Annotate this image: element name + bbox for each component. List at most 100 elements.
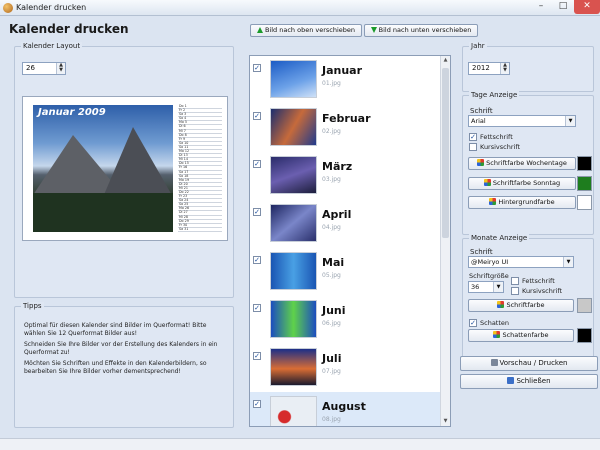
scroll-down-icon[interactable]: ▼ <box>441 417 450 426</box>
palette-icon <box>493 331 501 338</box>
title-bar: Kalender drucken – □ ✕ <box>0 0 600 16</box>
move-up-label: Bild nach oben verschieben <box>264 26 356 34</box>
minimize-button[interactable]: – <box>530 0 552 14</box>
month-thumbnail <box>270 156 317 194</box>
shadow-label: Schatten <box>480 319 510 327</box>
month-checkbox[interactable]: ✓ <box>253 160 261 168</box>
days-italic-label: Kursivschrift <box>480 143 521 151</box>
month-thumbnail <box>270 348 317 386</box>
preview-photo-title: Januar 2009 <box>38 107 106 118</box>
month-checkbox[interactable]: ✓ <box>253 352 261 360</box>
month-thumbnail <box>270 60 317 98</box>
weekday-color-button[interactable]: Schriftfarbe Wochentage <box>468 157 576 170</box>
list-item[interactable]: ✓ März 03.jpg <box>250 152 440 199</box>
layout-spinner-value: 26 <box>26 64 35 72</box>
scroll-up-icon[interactable]: ▲ <box>441 56 450 65</box>
month-checkbox[interactable]: ✓ <box>253 304 261 312</box>
page-title: Kalender drucken <box>9 22 129 36</box>
spinner-arrows-icon[interactable]: ▲ ▼ <box>56 63 65 74</box>
month-name: Januar <box>322 64 363 77</box>
month-font-color-label: Schriftfarbe <box>506 301 545 309</box>
layout-group-label: Kalender Layout <box>21 42 83 50</box>
list-item[interactable]: ✓ Juni 06.jpg <box>250 296 440 343</box>
month-name: Juni <box>322 304 346 317</box>
calendar-preview: Januar 2009 Do 1 Fr 2 Sa 3 So 4 Mo 5 Di 6 Mi 7… <box>22 96 228 241</box>
tip-text: Optimal für diesen Kalender sind Bilder … <box>24 322 207 337</box>
spinner-arrows-icon[interactable]: ▲ ▼ <box>500 63 509 74</box>
list-item[interactable]: ✓ Februar 02.jpg <box>250 104 440 151</box>
days-bold-label: Fettschrift <box>480 133 513 141</box>
preview-print-button[interactable]: Vorschau / Drucken <box>460 356 598 371</box>
window-title: Kalender drucken <box>16 3 87 12</box>
year-spinner[interactable]: 2012 ▲ ▼ <box>468 62 510 75</box>
month-name: Mai <box>322 256 345 269</box>
month-name: Juli <box>322 352 342 365</box>
month-file: 02.jpg <box>322 128 341 135</box>
month-thumbnail <box>270 300 317 338</box>
dropdown-arrow-icon[interactable]: ▼ <box>563 257 573 267</box>
close-label: Schließen <box>516 377 551 385</box>
background-color-button[interactable]: Hintergrundfarbe <box>468 196 576 209</box>
list-item[interactable]: ✓ April 04.jpg <box>250 200 440 247</box>
close-window-button[interactable]: ✕ <box>574 0 600 14</box>
tips-group-label: Tipps <box>21 302 44 310</box>
days-group-label: Tage Anzeige <box>469 91 520 99</box>
month-thumbnail <box>270 396 317 426</box>
layout-spinner[interactable]: 26 ▲ ▼ <box>22 62 66 75</box>
months-italic-label: Kursivschrift <box>522 287 563 295</box>
months-font-value: @Meiryo UI <box>471 258 509 266</box>
month-checkbox[interactable]: ✓ <box>253 208 261 216</box>
preview-photo: Januar 2009 <box>33 105 173 232</box>
palette-icon <box>477 159 485 166</box>
month-checkbox[interactable]: ✓ <box>253 64 261 72</box>
move-up-button[interactable]: Bild nach oben verschieben <box>250 24 362 37</box>
month-checkbox[interactable]: ✓ <box>253 400 261 408</box>
scrollbar-thumb[interactable] <box>442 68 449 238</box>
list-scrollbar[interactable]: ▲ ▼ <box>440 56 450 426</box>
shadow-color-button[interactable]: Schattenfarbe <box>468 329 574 342</box>
close-button[interactable]: Schließen <box>460 374 598 389</box>
preview-print-label: Vorschau / Drucken <box>499 359 568 367</box>
maximize-button[interactable]: □ <box>552 0 574 14</box>
font-size-label: Schriftgröße <box>469 272 509 280</box>
month-name: August <box>322 400 366 413</box>
background-color-label: Hintergrundfarbe <box>498 198 555 206</box>
shadow-color-swatch <box>577 328 592 343</box>
months-font-select[interactable]: @Meiryo UI ▼ <box>468 256 574 268</box>
shadow-color-label: Schattenfarbe <box>502 331 549 339</box>
days-font-select[interactable]: Arial ▼ <box>468 115 576 127</box>
month-file: 04.jpg <box>322 224 341 231</box>
move-down-button[interactable]: Bild nach unten verschieben <box>364 24 478 37</box>
preview-day-column: Do 1 Fr 2 Sa 3 So 4 Mo 5 Di 6 Mi 7 Do 8 Fr 9 Sa 1… <box>178 104 222 232</box>
printer-icon <box>490 359 498 366</box>
list-item[interactable]: ✓ Juli 07.jpg <box>250 344 440 391</box>
preview-day-row: Sa 31 <box>178 227 222 232</box>
month-name: April <box>322 208 352 221</box>
month-checkbox[interactable]: ✓ <box>253 256 261 264</box>
month-font-color-button[interactable]: Schriftfarbe <box>468 299 574 312</box>
month-thumbnail <box>270 108 317 146</box>
list-item-selected[interactable]: ✓ August 08.jpg <box>250 392 440 426</box>
months-font-label: Schrift <box>470 248 493 256</box>
list-item[interactable]: ✓ Januar 01.jpg <box>250 56 440 103</box>
month-image-list[interactable]: ✓ Januar 01.jpg ✓ Februar 02.jpg ✓ März … <box>249 55 451 427</box>
days-italic-checkbox[interactable] <box>469 143 477 151</box>
dropdown-arrow-icon[interactable]: ▼ <box>565 116 575 126</box>
font-size-select[interactable]: 36 ▼ <box>468 281 504 293</box>
month-name: Februar <box>322 112 371 125</box>
app-icon <box>3 3 13 13</box>
months-italic-checkbox[interactable] <box>511 287 519 295</box>
month-checkbox[interactable]: ✓ <box>253 112 261 120</box>
shadow-checkbox[interactable]: ✓ <box>469 319 477 327</box>
sunday-color-button[interactable]: Schriftfarbe Sonntag <box>468 177 576 190</box>
months-bold-checkbox[interactable] <box>511 277 519 285</box>
sunday-color-label: Schriftfarbe Sonntag <box>492 179 561 187</box>
dropdown-arrow-icon[interactable]: ▼ <box>493 282 503 292</box>
month-file: 03.jpg <box>322 176 341 183</box>
exit-icon <box>507 377 515 384</box>
month-thumbnail <box>270 252 317 290</box>
days-bold-checkbox[interactable]: ✓ <box>469 133 477 141</box>
move-down-label: Bild nach unten verschieben <box>378 26 472 34</box>
month-file: 01.jpg <box>322 80 341 87</box>
list-item[interactable]: ✓ Mai 05.jpg <box>250 248 440 295</box>
